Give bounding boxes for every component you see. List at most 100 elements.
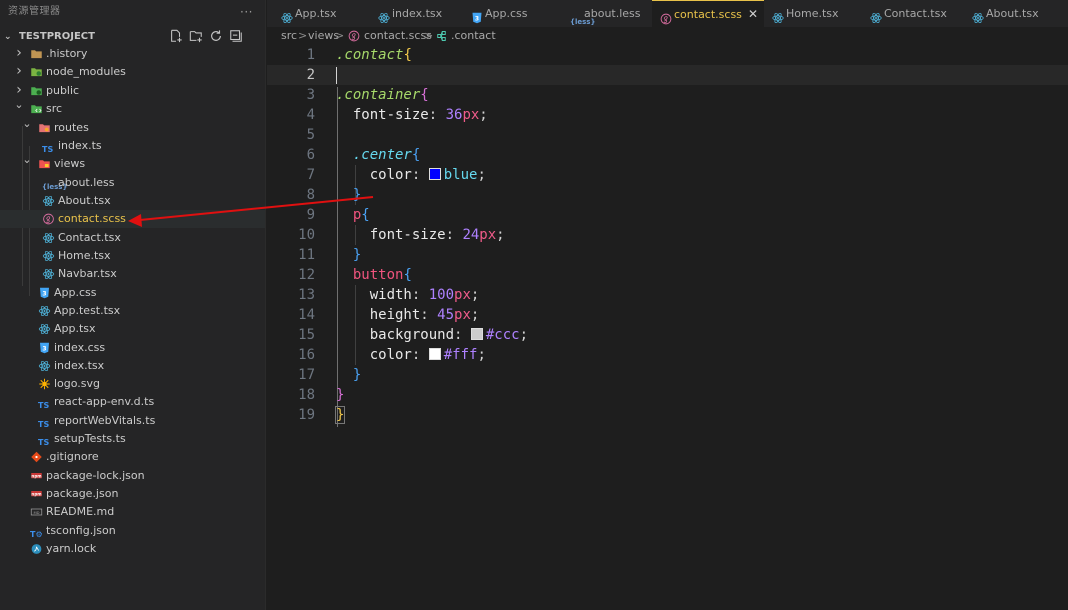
tab-index-tsx[interactable]: index.tsx <box>370 0 458 27</box>
tab-app-css[interactable]: 3 App.css <box>463 0 555 27</box>
code-text: } <box>334 406 346 424</box>
code-line[interactable]: 6 .center{ <box>267 145 1068 165</box>
color-swatch-ccc[interactable] <box>470 328 483 340</box>
code-line[interactable]: 13 width: 100px; <box>267 285 1068 305</box>
line-number: 8 <box>306 187 315 203</box>
tree-file-logo-svg[interactable]: logo.svg <box>0 375 265 393</box>
tree-item-label: index.tsx <box>54 359 105 372</box>
color-swatch-blue[interactable] <box>428 168 441 180</box>
code-line[interactable]: 5 <box>267 125 1068 145</box>
svg-text:3: 3 <box>475 15 479 22</box>
tree-item-label: yarn.lock <box>46 542 97 555</box>
tree-file-navbar-tsx[interactable]: Navbar.tsx <box>0 265 265 283</box>
tree-file-tsconfig-json[interactable]: T⚙ tsconfig.json <box>0 522 265 540</box>
code-text: .container{ <box>336 87 429 103</box>
tab-contact-scss[interactable]: contact.scss ✕ <box>652 0 764 27</box>
tree-file-reportwebvitals-ts[interactable]: TS reportWebVitals.ts <box>0 412 265 430</box>
tree-file-index-css[interactable]: 3 index.css <box>0 339 265 357</box>
css-icon: 3 <box>38 287 51 299</box>
svg-text:3: 3 <box>42 345 46 352</box>
tab-about-tsx[interactable]: About.tsx <box>964 0 1054 27</box>
markdown-icon: MD <box>30 506 43 518</box>
breadcrumb-symbol[interactable]: .contact <box>451 27 496 45</box>
react-icon <box>42 250 55 262</box>
code-line[interactable]: 2 <box>267 65 1068 85</box>
explorer-sidebar: 资源管理器 ··· ⌄ TESTPROJECT › .history › node_m… <box>0 0 266 610</box>
tree-item-label: about.less <box>58 176 115 189</box>
css-icon: 3 <box>38 342 51 354</box>
tree-item-label: .gitignore <box>46 450 99 463</box>
line-number: 13 <box>298 287 315 303</box>
tree-file-app-test-tsx[interactable]: App.test.tsx <box>0 302 265 320</box>
code-line[interactable]: 1 .contact{ <box>267 45 1068 65</box>
code-line[interactable]: 9 p{ <box>267 205 1068 225</box>
collapse-all-icon[interactable] <box>229 29 243 43</box>
tree-item-label: Contact.tsx <box>58 231 121 244</box>
tree-folder-src[interactable]: ⌄ src <box>0 98 265 118</box>
code-line[interactable]: 16 color: #fff; <box>267 345 1068 365</box>
tree-file-app-tsx[interactable]: App.tsx <box>0 320 265 338</box>
chevron-down-icon: ⌄ <box>22 153 32 166</box>
tree-file-contact-tsx[interactable]: Contact.tsx <box>0 229 265 247</box>
tree-file-index-tsx[interactable]: index.tsx <box>0 357 265 375</box>
breadcrumb-separator: > <box>424 29 434 42</box>
code-text: } <box>352 187 362 203</box>
views-folder-icon <box>38 158 51 170</box>
tab-home-tsx[interactable]: Home.tsx <box>764 0 862 27</box>
breadcrumb-src[interactable]: src <box>281 27 297 45</box>
svg-text:3: 3 <box>42 290 46 297</box>
code-line[interactable]: 3 .container{ <box>267 85 1068 105</box>
code-line[interactable]: 12 button{ <box>267 265 1068 285</box>
code-text: .contact{ <box>336 47 412 63</box>
code-editor[interactable]: 1 .contact{2 3 .container{ 4 font-size: 36px… <box>267 45 1068 610</box>
close-icon[interactable]: ✕ <box>748 1 758 28</box>
code-text: width: 100px; <box>369 287 480 303</box>
color-swatch-fff[interactable] <box>428 348 441 360</box>
line-number: 3 <box>306 87 315 103</box>
tree-folder-public[interactable]: › public <box>0 82 265 100</box>
tree-file-app-css[interactable]: 3 App.css <box>0 284 265 302</box>
tab-contact-tsx[interactable]: Contact.tsx <box>862 0 964 27</box>
tree-file-setuptests-ts[interactable]: TS setupTests.ts <box>0 430 265 448</box>
code-line[interactable]: 7 color: blue; <box>267 165 1068 185</box>
code-line[interactable]: 14 height: 45px; <box>267 305 1068 325</box>
project-header[interactable]: ⌄ TESTPROJECT <box>0 27 265 46</box>
code-line[interactable]: 8 } <box>267 185 1068 205</box>
tree-file-home-tsx[interactable]: Home.tsx <box>0 247 265 265</box>
tab-app-tsx[interactable]: App.tsx <box>273 0 353 27</box>
tree-file-readme-md[interactable]: MD README.md <box>0 503 265 521</box>
tree-folder-history[interactable]: › .history <box>0 45 265 63</box>
code-line[interactable]: 11 } <box>267 245 1068 265</box>
tree-folder-node-modules[interactable]: › node_modules <box>0 63 265 81</box>
code-line[interactable]: 4 font-size: 36px; <box>267 105 1068 125</box>
new-folder-icon[interactable] <box>189 29 203 43</box>
tree-file-package-json[interactable]: npm package.json <box>0 485 265 503</box>
tree-file-yarn-lock[interactable]: yarn.lock <box>0 540 265 558</box>
tree-file-contact-scss[interactable]: contact.scss <box>0 210 265 228</box>
editor-tabs: App.tsx index.tsx 3 App.css {less} about.less… <box>267 0 1068 27</box>
tree-folder-routes[interactable]: ⌄ routes <box>0 117 265 137</box>
refresh-icon[interactable] <box>209 29 223 43</box>
ts-icon: TS <box>38 401 50 410</box>
breadcrumb-file[interactable]: contact.scss <box>364 27 432 45</box>
more-actions-icon[interactable]: ··· <box>240 0 253 24</box>
code-line[interactable]: 15 background: #ccc; <box>267 325 1068 345</box>
tree-file-index-ts[interactable]: TS index.ts <box>0 137 265 155</box>
code-text: color: blue; <box>369 167 486 183</box>
tree-file-react-app-env-d-ts[interactable]: TS react-app-env.d.ts <box>0 393 265 411</box>
sass-icon <box>42 213 55 225</box>
tree-file-about-less[interactable]: {less} about.less <box>0 174 265 192</box>
new-file-icon[interactable] <box>169 29 183 43</box>
code-line[interactable]: 19} <box>267 405 1068 425</box>
code-line[interactable]: 18} <box>267 385 1068 405</box>
tree-folder-views[interactable]: ⌄ views <box>0 153 265 173</box>
code-line[interactable]: 10 font-size: 24px; <box>267 225 1068 245</box>
tab-label: About.tsx <box>986 7 1039 20</box>
tree-item-label: About.tsx <box>58 194 111 207</box>
tree-file-package-lock-json[interactable]: npm package-lock.json <box>0 467 265 485</box>
tab-label: about.less <box>584 7 641 20</box>
tree-file-gitignore[interactable]: .gitignore <box>0 448 265 466</box>
tree-file-about-tsx[interactable]: About.tsx <box>0 192 265 210</box>
code-line[interactable]: 17 } <box>267 365 1068 385</box>
tab-about-less[interactable]: {less} about.less <box>562 0 654 27</box>
